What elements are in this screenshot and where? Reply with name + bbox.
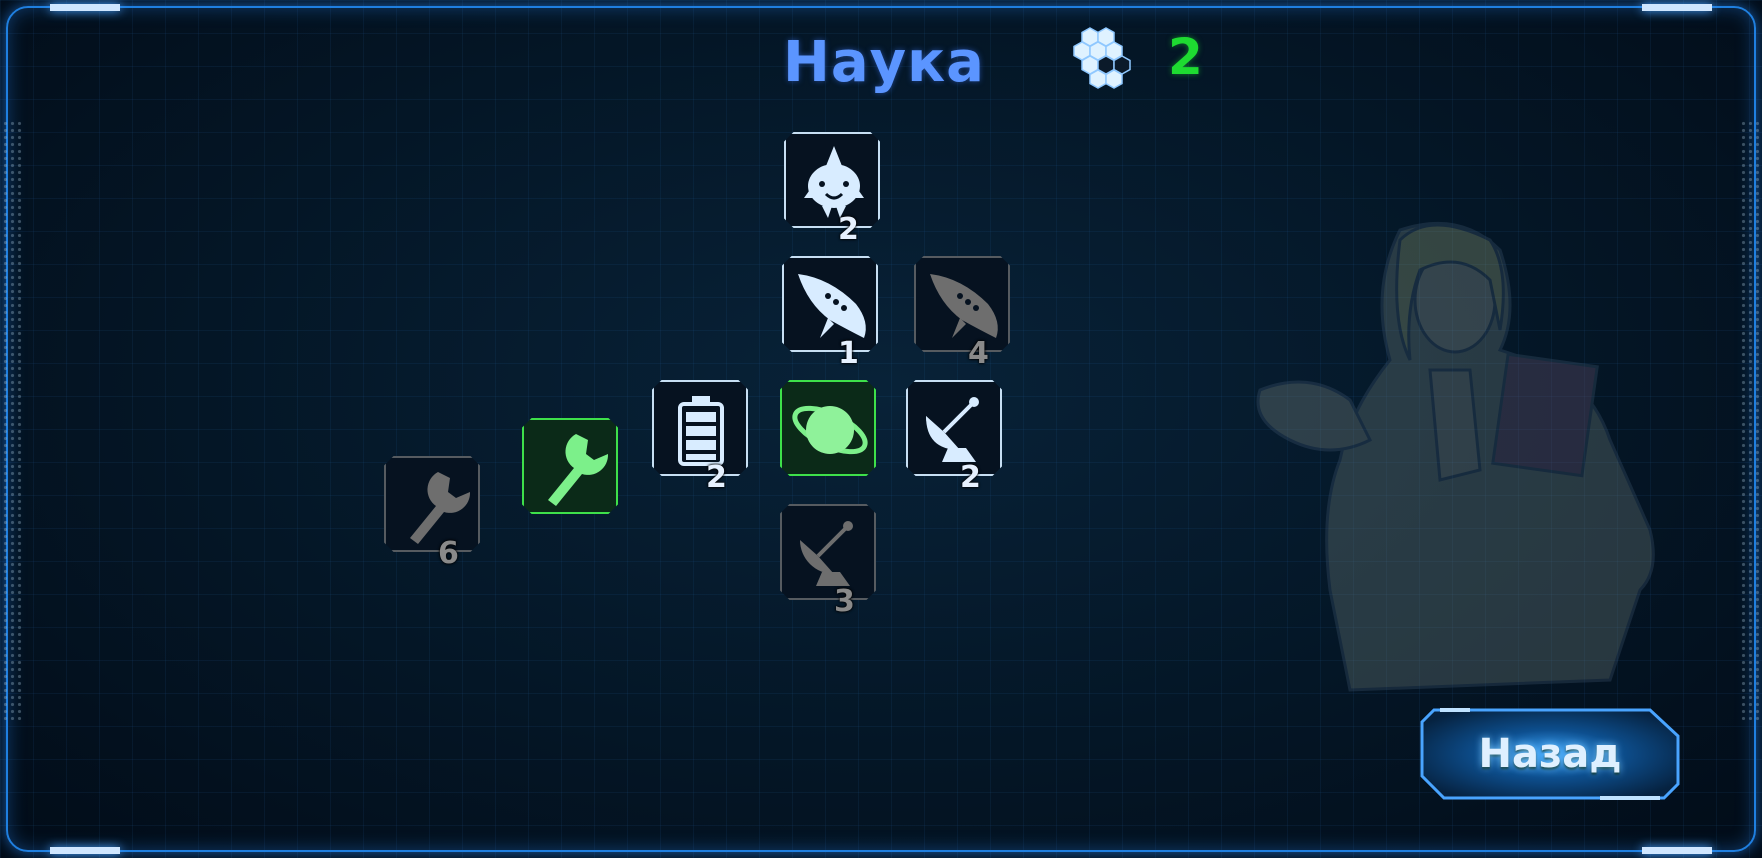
corner-light bbox=[1642, 847, 1712, 854]
node-number: 2 bbox=[838, 212, 859, 247]
corner-light bbox=[1642, 4, 1712, 11]
node-number: 4 bbox=[968, 336, 989, 371]
right-rail-decoration bbox=[1740, 120, 1760, 720]
node-number: 3 bbox=[834, 584, 855, 619]
battery-icon bbox=[678, 396, 724, 466]
corner-light bbox=[50, 4, 120, 11]
tech-node-ship-locked[interactable] bbox=[914, 256, 1010, 352]
tech-node-fish[interactable] bbox=[784, 132, 880, 228]
tech-node-battery[interactable] bbox=[652, 380, 748, 476]
spiked-fish-icon bbox=[804, 146, 864, 218]
tech-node-wrench-locked[interactable] bbox=[384, 456, 480, 552]
scientist-character bbox=[1230, 210, 1670, 704]
back-button-label: Назад bbox=[1478, 731, 1622, 777]
planet-icon bbox=[792, 405, 868, 455]
satellite-dish-icon bbox=[926, 397, 979, 462]
wrench-icon bbox=[410, 472, 471, 544]
satellite-dish-icon bbox=[800, 521, 853, 586]
honeycomb-icon bbox=[1068, 24, 1144, 100]
ufo-ship-icon bbox=[798, 274, 866, 338]
node-number: 2 bbox=[706, 460, 727, 495]
page-title: Наука bbox=[783, 30, 985, 95]
tech-node-dish-locked[interactable] bbox=[780, 504, 876, 600]
back-button[interactable]: Назад bbox=[1420, 708, 1680, 800]
tech-node-planet[interactable] bbox=[780, 380, 876, 476]
science-points: 2 bbox=[1168, 28, 1203, 86]
ufo-ship-icon bbox=[930, 274, 998, 338]
tech-node-ship[interactable] bbox=[782, 256, 878, 352]
wrench-icon bbox=[548, 434, 609, 506]
node-number: 1 bbox=[838, 336, 859, 371]
corner-light bbox=[50, 847, 120, 854]
tech-node-dish[interactable] bbox=[906, 380, 1002, 476]
node-number: 6 bbox=[438, 536, 459, 571]
left-rail-decoration bbox=[2, 120, 22, 720]
node-number: 2 bbox=[960, 460, 981, 495]
tech-node-wrench[interactable] bbox=[522, 418, 618, 514]
